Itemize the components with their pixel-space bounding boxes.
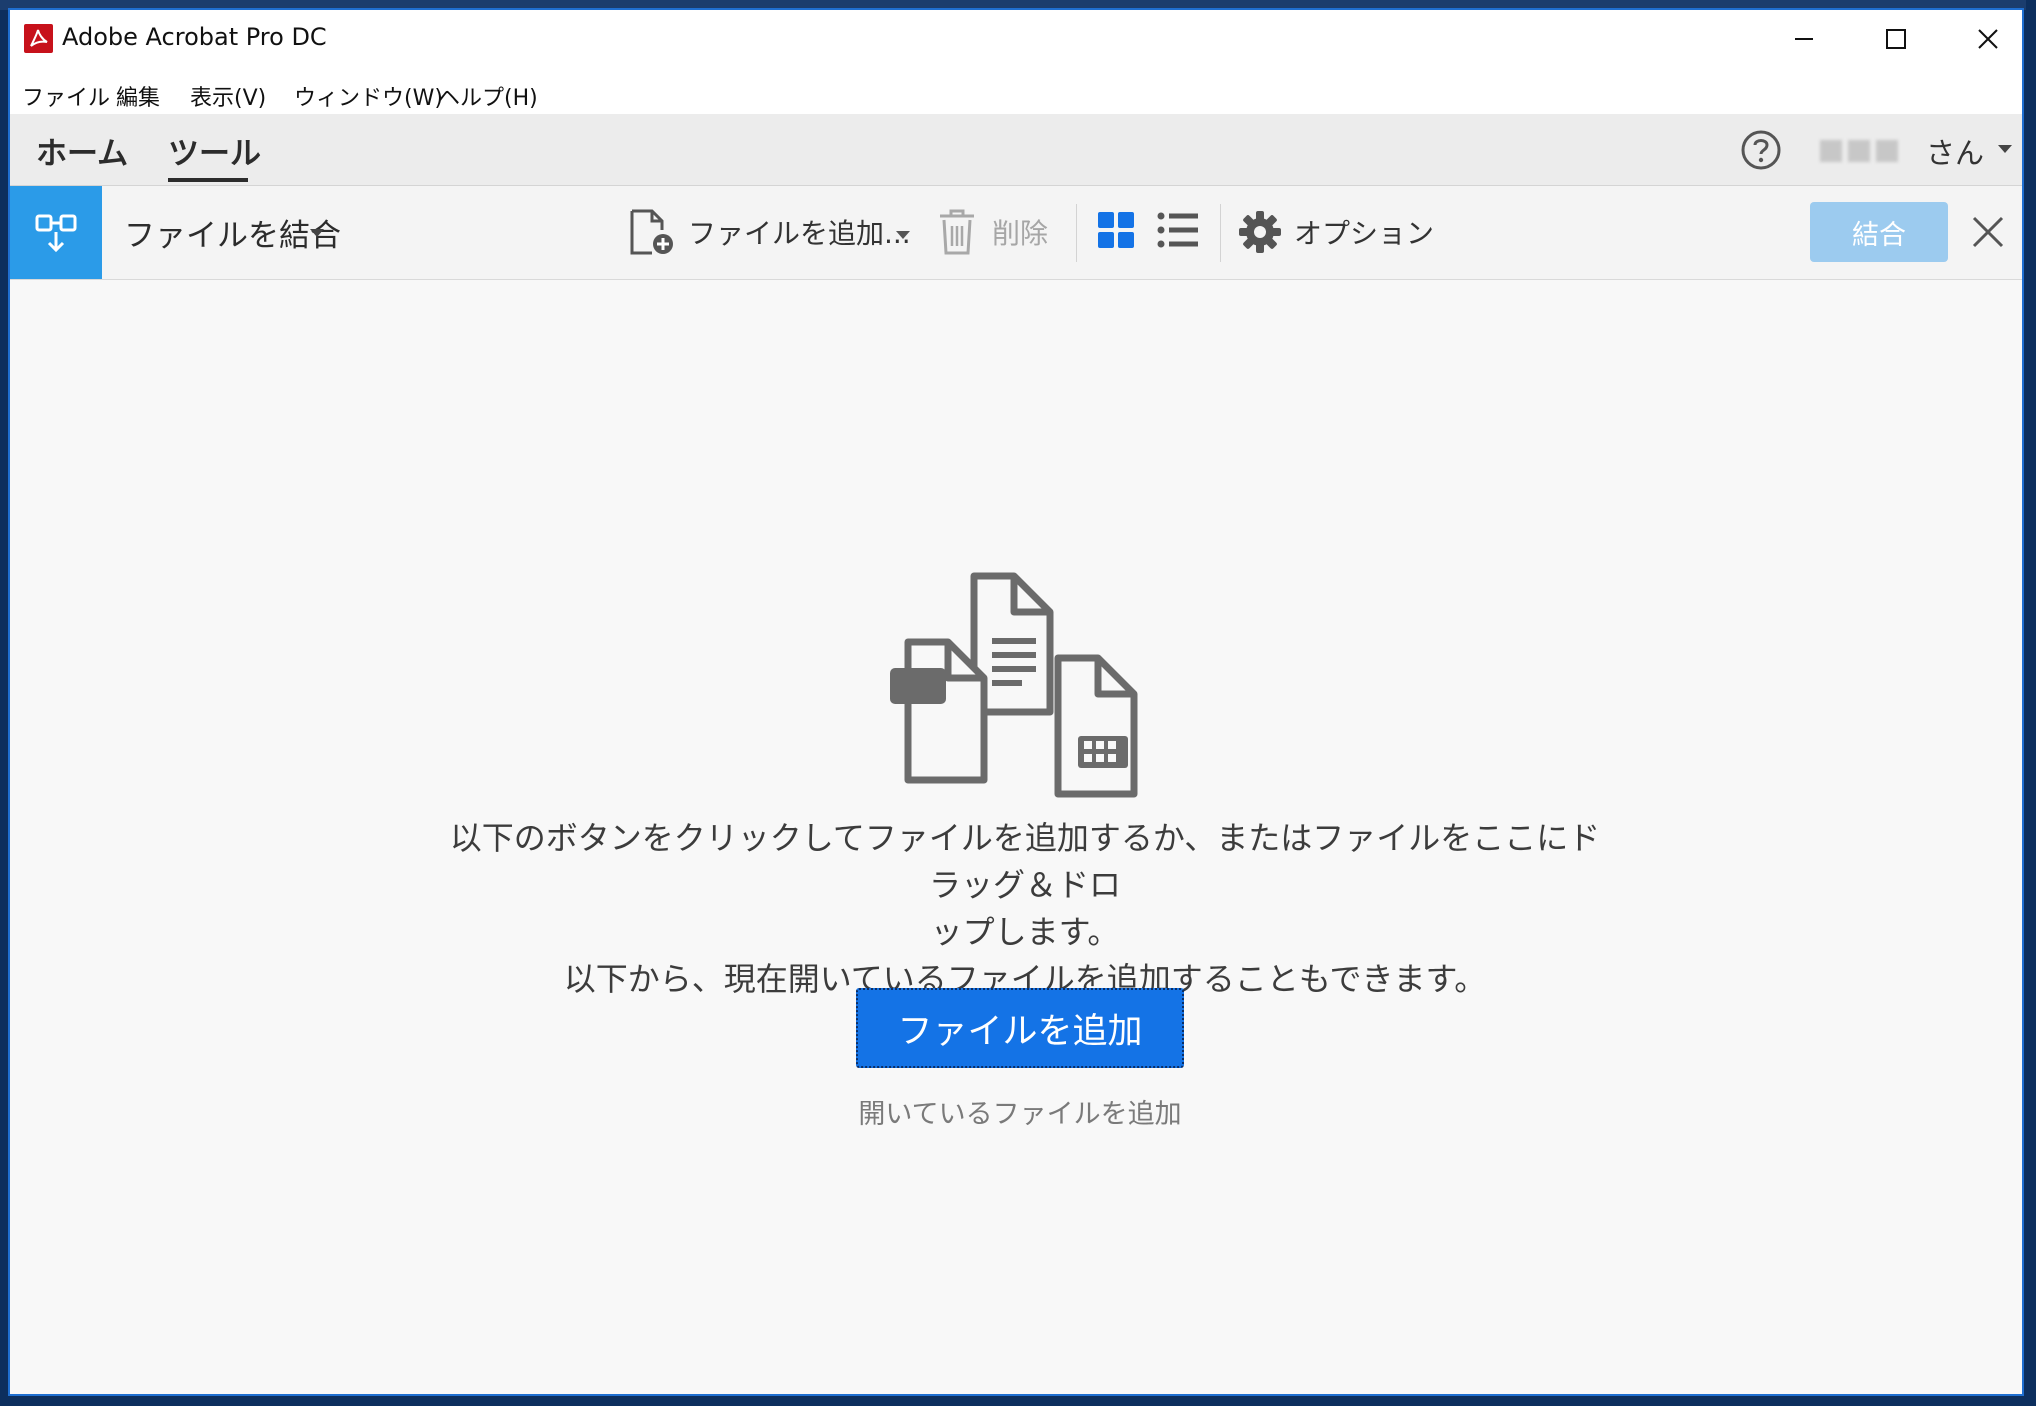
desktop-background-edge <box>2026 0 2036 1406</box>
add-files-button[interactable]: ファイルを追加... <box>688 212 911 252</box>
tool-name-dropdown[interactable]: ファイルを結合 <box>124 210 341 255</box>
add-file-icon[interactable] <box>628 208 676 258</box>
avatar[interactable] <box>1820 134 1930 168</box>
add-files-dropdown-caret[interactable] <box>896 231 910 239</box>
trash-icon <box>940 209 974 255</box>
close-icon <box>1978 29 1998 49</box>
gear-icon[interactable] <box>1238 208 1282 256</box>
drop-instructions: 以下のボタンをクリックしてファイルを追加するか、またはファイルをここにドラッグ＆… <box>440 815 1610 1003</box>
menu-edit[interactable]: 編集 <box>116 80 160 112</box>
chevron-down-icon[interactable] <box>1998 145 2012 153</box>
window-title: Adobe Acrobat Pro DC <box>62 23 327 51</box>
title-bar: Adobe Acrobat Pro DC <box>10 10 2022 72</box>
tab-home[interactable]: ホーム <box>36 128 128 173</box>
add-open-files-link[interactable]: 開いているファイルを追加 <box>856 1092 1184 1131</box>
menu-bar: ファイル 編集 表示(V) ウィンドウ(W) ヘルプ(H) <box>10 72 2022 115</box>
help-icon[interactable] <box>1740 129 1782 171</box>
toolbar-divider <box>1076 204 1077 262</box>
menu-help[interactable]: ヘルプ(H) <box>438 80 538 112</box>
options-button[interactable]: オプション <box>1294 212 1434 252</box>
list-view-icon[interactable] <box>1156 208 1200 252</box>
close-window-button[interactable] <box>1942 10 2022 68</box>
chevron-down-icon[interactable] <box>310 229 324 237</box>
menu-file[interactable]: ファイル <box>22 80 110 112</box>
menu-view[interactable]: 表示(V) <box>190 80 266 112</box>
drop-zone[interactable]: 以下のボタンをクリックしてファイルを追加するか、またはファイルをここにドラッグ＆… <box>10 280 2022 1394</box>
close-tool-icon[interactable] <box>1968 212 2008 252</box>
minimize-button[interactable] <box>1758 10 1850 68</box>
menu-window[interactable]: ウィンドウ(W) <box>294 80 443 112</box>
acrobat-window: Adobe Acrobat Pro DC ファイル 編集 表示(V) ウィンドウ… <box>8 8 2024 1396</box>
tab-tools[interactable]: ツール <box>168 128 261 173</box>
add-files-primary-button[interactable]: ファイルを追加 <box>856 988 1184 1068</box>
multiple-files-icon <box>890 572 1138 798</box>
tool-toolbar: ファイルを結合 ファイルを追加... 削除 オプション 結合 <box>10 186 2022 280</box>
grid-view-icon[interactable] <box>1096 208 1136 252</box>
acrobat-logo-icon <box>24 24 53 53</box>
combine-button[interactable]: 結合 <box>1810 202 1948 262</box>
minimize-icon <box>1795 38 1813 40</box>
instruction-line-2: ップします。 <box>930 913 1120 951</box>
maximize-icon <box>1886 29 1906 49</box>
active-tab-indicator <box>168 178 248 182</box>
account-name-suffix[interactable]: さん <box>1926 130 1984 172</box>
combine-files-tool-icon <box>10 186 102 279</box>
instruction-line-1: 以下のボタンをクリックしてファイルを追加するか、またはファイルをここにドラッグ＆… <box>449 819 1601 904</box>
delete-button[interactable]: 削除 <box>992 212 1048 252</box>
maximize-button[interactable] <box>1850 10 1942 68</box>
toolbar-divider <box>1220 204 1221 262</box>
tab-bar: ホーム ツール さん <box>10 114 2022 186</box>
